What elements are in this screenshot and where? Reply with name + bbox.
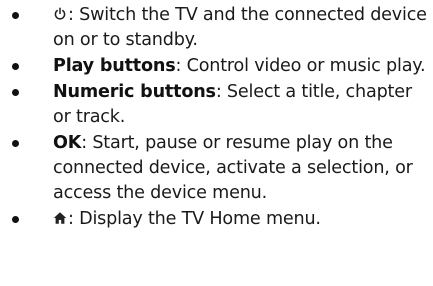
item-description: : Control video or music play.	[175, 56, 426, 76]
item-description: : Start, pause or resume play on the con…	[53, 133, 413, 203]
bullet-dot	[12, 63, 19, 70]
bullet-list: : Switch the TV and the connected device…	[0, 3, 433, 233]
item-description: : Display the TV Home menu.	[68, 209, 321, 229]
bullet-dot	[12, 89, 19, 96]
item-description: : Switch the TV and the connected device…	[53, 5, 427, 50]
list-item-play-buttons: Play buttons: Control video or music pla…	[0, 54, 433, 79]
list-item-ok: OK: Start, pause or resume play on the c…	[0, 131, 433, 206]
item-term: Numeric buttons	[53, 82, 216, 102]
item-term: OK	[53, 133, 82, 153]
power-standby-icon	[53, 7, 67, 21]
list-item-power: : Switch the TV and the connected device…	[0, 3, 433, 53]
bullet-dot	[12, 12, 19, 19]
list-item-home: : Display the TV Home menu.	[0, 207, 433, 232]
home-icon	[53, 211, 67, 225]
item-term: Play buttons	[53, 56, 176, 76]
bullet-dot	[12, 140, 19, 147]
list-item-numeric-buttons: Numeric buttons: Select a title, chapter…	[0, 80, 433, 130]
bullet-dot	[12, 216, 19, 223]
